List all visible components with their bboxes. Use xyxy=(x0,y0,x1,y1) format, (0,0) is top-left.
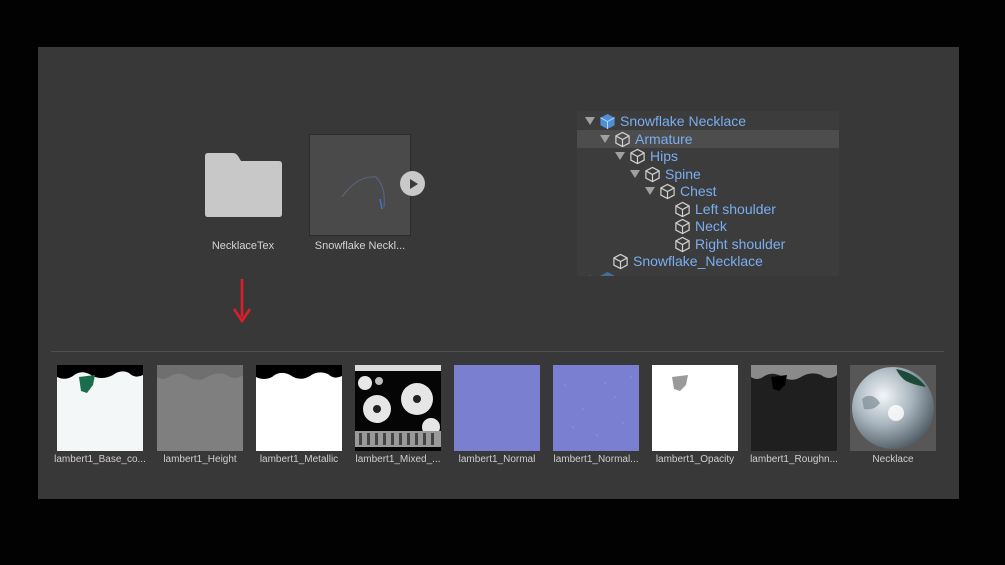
material-thumbnail xyxy=(850,365,936,451)
cube-icon xyxy=(675,201,690,217)
cube-icon xyxy=(675,218,690,234)
hierarchy-label: Right shoulder xyxy=(695,236,786,252)
texture-label: lambert1_Metallic xyxy=(259,454,339,465)
texture-thumbnail xyxy=(57,365,143,451)
cube-icon xyxy=(645,166,660,182)
texture-thumbnail xyxy=(652,365,738,451)
hierarchy-row-armature[interactable]: Armature xyxy=(577,130,839,148)
hierarchy-label: Armature xyxy=(635,131,693,147)
hierarchy-panel: Snowflake Necklace Armature Hips Spine C… xyxy=(577,111,839,276)
red-down-arrow-icon xyxy=(232,279,252,323)
texture-label: lambert1_Mixed_... xyxy=(355,454,441,465)
expand-arrow-icon[interactable] xyxy=(599,134,611,144)
texture-thumbnail xyxy=(256,365,342,451)
snowflake-necklace-model[interactable]: Snowflake Neckl... xyxy=(309,134,411,252)
texture-label: lambert1_Normal... xyxy=(553,454,639,465)
prefab-cube-icon xyxy=(600,271,615,276)
hierarchy-row-snowflake-necklace[interactable]: Snowflake Necklace xyxy=(577,112,839,130)
hierarchy-row-snowflake-necklace-mesh[interactable]: Snowflake_Necklace xyxy=(577,252,839,270)
texture-label: lambert1_Roughn... xyxy=(750,454,838,465)
hierarchy-label: Snowflake_Necklace xyxy=(633,253,763,269)
hierarchy-label: Neck xyxy=(695,218,727,234)
texture-label: lambert1_Height xyxy=(163,454,237,465)
texture-thumbnail xyxy=(355,365,441,451)
model-label: Snowflake Neckl... xyxy=(314,240,406,252)
cube-icon xyxy=(660,183,675,199)
expand-arrow-icon[interactable] xyxy=(644,186,656,196)
cube-icon xyxy=(630,148,645,164)
texture-thumbnail xyxy=(454,365,540,451)
texture-label: Necklace xyxy=(872,454,914,465)
hierarchy-row-right-shoulder[interactable]: Right shoulder xyxy=(577,235,839,253)
texture-label: lambert1_Normal xyxy=(458,454,536,465)
texture-thumbnail xyxy=(157,365,243,451)
hierarchy-label: Left shoulder xyxy=(695,201,776,217)
hierarchy-row-neck[interactable]: Neck xyxy=(577,217,839,235)
folder-icon xyxy=(205,153,282,217)
necklacetex-folder[interactable]: NecklaceTex xyxy=(203,152,283,252)
texture-label: lambert1_Base_co... xyxy=(54,454,146,465)
cube-icon xyxy=(613,253,628,269)
expand-arrow-icon[interactable] xyxy=(629,169,641,179)
texture-thumbnail xyxy=(751,365,837,451)
expand-arrow-icon[interactable] xyxy=(614,151,626,161)
texture-thumbnail xyxy=(553,365,639,451)
hierarchy-label: Chest xyxy=(680,183,717,199)
divider xyxy=(51,351,944,352)
hierarchy-row-chest[interactable]: Chest xyxy=(577,182,839,200)
model-thumbnail xyxy=(309,134,411,236)
texture-label: lambert1_Opacity xyxy=(655,454,735,465)
hierarchy-label: Snowflake Necklace xyxy=(620,113,747,129)
hierarchy-row-partial xyxy=(577,270,839,276)
expand-arrow-icon[interactable] xyxy=(584,116,596,126)
hierarchy-row-hips[interactable]: Hips xyxy=(577,147,839,165)
cube-icon xyxy=(615,131,630,147)
prefab-cube-icon xyxy=(600,113,615,129)
hierarchy-label: Hips xyxy=(650,148,679,164)
expand-arrow-icon xyxy=(584,274,596,276)
folder-label: NecklaceTex xyxy=(211,240,275,252)
hierarchy-row-left-shoulder[interactable]: Left shoulder xyxy=(577,200,839,218)
hierarchy-label: Spine xyxy=(665,166,701,182)
play-icon[interactable] xyxy=(400,171,425,196)
cube-icon xyxy=(675,236,690,252)
hierarchy-row-spine[interactable]: Spine xyxy=(577,165,839,183)
